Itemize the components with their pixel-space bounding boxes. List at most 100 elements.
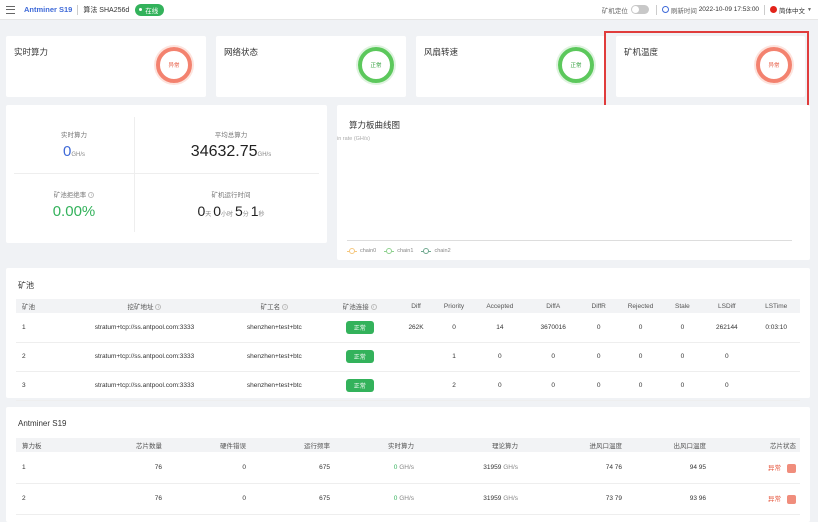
col-header: 出风口温度 xyxy=(626,438,710,452)
hashrate-chart-card: 算力板曲线图 in rate (GH/s) chain0 chain1 chai… xyxy=(337,105,810,260)
cell-diffa: 0 xyxy=(526,371,580,401)
cell-diff: 262K xyxy=(397,313,435,343)
col-header: 理论算力 xyxy=(418,438,522,452)
uptime-days-unit: 天 xyxy=(205,212,212,218)
cell-rejected: 0 xyxy=(617,371,664,401)
cell-frequency: 675 xyxy=(250,452,334,484)
cell-stale: 0 xyxy=(663,313,702,343)
legend-label: chain2 xyxy=(434,248,451,254)
col-header-label: 矿工名 xyxy=(260,304,281,311)
col-header: Accepted xyxy=(473,299,527,313)
uptime-label: 矿机运行时间 xyxy=(211,192,251,199)
cell-realtime: 0 GH/s xyxy=(334,452,418,484)
uptime-hours: 0 xyxy=(213,203,221,219)
col-header: 进风口温度 xyxy=(522,438,626,452)
summary-card: 实时算力 0GH/s 平均总算力 34632.75GH/s 矿池拒绝率 i 0.0… xyxy=(6,105,327,243)
chart-y-axis-label: in rate (GH/s) xyxy=(337,136,371,142)
cell-lsdiff: 0 xyxy=(701,342,753,372)
legend-marker-icon xyxy=(347,247,357,254)
average-hashrate: 平均总算力 34632.75GH/s xyxy=(136,129,326,161)
pool-id: 1 xyxy=(16,313,63,343)
cell-frequency: 675 xyxy=(250,483,334,515)
col-header: Rejected xyxy=(617,299,664,313)
cell-realtime: 0 GH/s xyxy=(334,483,418,515)
col-header: 运行频率 xyxy=(250,438,334,452)
chip-state-label: 异常 xyxy=(768,496,781,504)
col-header-label: 矿池连接 xyxy=(342,304,369,311)
pool-url: stratum+tcp://ss.antpool.com:3333 xyxy=(62,371,227,401)
col-header: DiffR xyxy=(579,299,618,313)
status-badge: 在线 xyxy=(135,3,165,16)
cell-outlet-temp: 94 95 xyxy=(626,452,710,484)
realtime-value: 0 xyxy=(393,463,398,471)
cell-lstime: 0:03:10 xyxy=(752,313,800,343)
cell-accepted: 0 xyxy=(473,342,527,372)
uptime: 矿机运行时间 0天 0小时 5分 1秒 xyxy=(136,189,326,219)
realtime-unit: GH/s xyxy=(399,495,414,502)
col-header: Priority xyxy=(434,299,474,313)
chip-state-label: 异常 xyxy=(768,464,781,472)
cell-diffr: 0 xyxy=(579,313,618,343)
divider xyxy=(655,4,657,15)
status-ring: 正常 xyxy=(358,47,394,83)
cell-chips: 76 xyxy=(96,483,166,515)
legend-item-chain2[interactable]: chain2 xyxy=(421,247,451,254)
col-header-label: 挖矿地址 xyxy=(127,304,154,311)
table-row: 1 stratum+tcp://ss.antpool.com:3333 shen… xyxy=(16,313,800,343)
legend-item-chain1[interactable]: chain1 xyxy=(384,247,413,254)
avg-unit: GH/s xyxy=(257,152,272,158)
language-flag-icon xyxy=(770,6,778,13)
error-square-icon[interactable] xyxy=(787,494,796,504)
cell-priority: 2 xyxy=(434,371,474,401)
table-row: 2 76 0 675 0 GH/s 31959 GH/s 73 79 93 96… xyxy=(16,483,800,515)
col-header: LSTime xyxy=(752,299,800,313)
legend-item-chain0[interactable]: chain0 xyxy=(347,247,376,254)
cell-lstime xyxy=(752,342,800,372)
info-icon[interactable]: i xyxy=(370,304,377,311)
cell-lsdiff: 0 xyxy=(701,371,753,401)
chevron-down-icon[interactable]: ▼ xyxy=(807,7,812,13)
cell-chip-state: 异常 xyxy=(710,452,800,484)
info-icon[interactable]: i xyxy=(155,304,162,311)
cell-diffa: 0 xyxy=(526,342,580,372)
stat-card-hashrate: 实时算力 异常 xyxy=(6,36,206,97)
board-id: 2 xyxy=(16,483,96,515)
col-header: 算力板 xyxy=(16,438,96,452)
cell-outlet-temp: 93 96 xyxy=(626,483,710,515)
status-ring: 正常 xyxy=(558,47,594,83)
info-icon[interactable]: i xyxy=(88,192,95,199)
pool-status: 正常 xyxy=(322,313,398,343)
cell-stale: 0 xyxy=(663,371,702,401)
info-icon[interactable]: i xyxy=(282,304,289,311)
error-square-icon[interactable] xyxy=(787,463,796,473)
status-badge-label: 在线 xyxy=(145,7,159,15)
chart-legend: chain0 chain1 chain2 xyxy=(347,247,459,254)
cell-inlet-temp: 73 79 xyxy=(522,483,626,515)
col-header: 芯片数量 xyxy=(96,438,166,452)
cell-diffa: 3670016 xyxy=(526,313,580,343)
uptime-seconds-unit: 秒 xyxy=(258,212,265,218)
table-row: 2 stratum+tcp://ss.antpool.com:3333 shen… xyxy=(16,342,800,372)
stat-title: 风扇转速 xyxy=(424,47,459,57)
reject-rate: 矿池拒绝率 i 0.00% xyxy=(14,189,134,220)
menu-icon[interactable] xyxy=(6,5,15,14)
locate-toggle[interactable] xyxy=(630,5,649,14)
cell-diffr: 0 xyxy=(579,371,618,401)
stat-card-network: 网络状态 正常 xyxy=(216,36,406,97)
status-badge: 正常 xyxy=(345,379,374,392)
reject-label: 矿池拒绝率 xyxy=(53,192,87,199)
brand-title: Antminer S19 xyxy=(24,5,73,14)
board-table: 算力板 芯片数量 硬件错误 运行频率 实时算力 理论算力 进风口温度 出风口温度… xyxy=(16,438,800,515)
cell-lstime xyxy=(752,371,800,401)
pool-id: 2 xyxy=(16,342,63,372)
cell-priority: 1 xyxy=(434,342,474,372)
worker-name: shenzhen+test+btc xyxy=(226,371,323,401)
language-select[interactable]: 简体中文 xyxy=(779,5,805,15)
cell-chips: 76 xyxy=(96,452,166,484)
col-header: 硬件错误 xyxy=(166,438,250,452)
pool-status: 正常 xyxy=(322,342,398,372)
col-header: LSDiff xyxy=(701,299,753,313)
pool-id: 3 xyxy=(16,371,63,401)
uptime-seconds: 1 xyxy=(250,203,259,219)
table-row: 3 stratum+tcp://ss.antpool.com:3333 shen… xyxy=(16,371,800,401)
